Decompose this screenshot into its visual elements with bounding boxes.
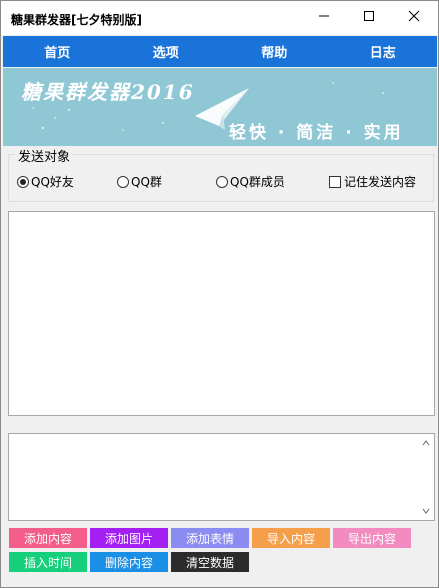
checkbox-label: 记住发送内容 bbox=[344, 175, 417, 189]
delete-content-button[interactable]: 删除内容 bbox=[90, 552, 168, 572]
checkbox-box bbox=[329, 175, 341, 188]
remember-content-checkbox[interactable]: 记住发送内容 bbox=[329, 173, 416, 190]
insert-time-button[interactable]: 插入时间 bbox=[9, 552, 87, 572]
content-list-area[interactable] bbox=[8, 211, 435, 416]
menu-item-log[interactable]: 日志 bbox=[329, 36, 438, 67]
radio-label: QQ群 bbox=[131, 175, 162, 189]
export-content-button[interactable]: 导出内容 bbox=[333, 528, 411, 548]
chevron-up-icon bbox=[422, 440, 430, 446]
chevron-down-icon bbox=[422, 508, 430, 514]
menu-item-home[interactable]: 首页 bbox=[3, 36, 112, 67]
add-image-button[interactable]: 添加图片 bbox=[90, 528, 168, 548]
title-bar[interactable]: 糖果群发器[七夕特别版] bbox=[1, 1, 438, 35]
radio-circle bbox=[117, 175, 129, 188]
main-window: 糖果群发器[七夕特别版] 首页 选项 帮助 日志 糖果群发器2016 轻快 · … bbox=[0, 0, 439, 588]
radio-circle bbox=[216, 175, 228, 188]
scroll-up-button[interactable] bbox=[421, 438, 431, 448]
menu-item-options[interactable]: 选项 bbox=[112, 36, 221, 67]
add-emoji-button[interactable]: 添加表情 bbox=[171, 528, 249, 548]
menu-item-help[interactable]: 帮助 bbox=[220, 36, 329, 67]
banner-title: 糖果群发器2016 bbox=[21, 80, 195, 104]
maximize-button[interactable] bbox=[346, 1, 392, 31]
radio-label: QQ好友 bbox=[31, 175, 74, 189]
send-target-legend: 发送对象 bbox=[15, 146, 74, 165]
import-content-button[interactable]: 导入内容 bbox=[252, 528, 330, 548]
banner: 糖果群发器2016 轻快 · 简洁 · 实用 bbox=[3, 68, 437, 146]
scroll-down-button[interactable] bbox=[421, 506, 431, 516]
minimize-icon bbox=[319, 15, 329, 17]
radio-qq-group-members[interactable]: QQ群成员 bbox=[216, 173, 285, 190]
radio-qq-friends[interactable]: QQ好友 bbox=[17, 173, 74, 190]
banner-slogan: 轻快 · 简洁 · 实用 bbox=[229, 123, 404, 143]
radio-selected-dot bbox=[20, 178, 26, 185]
radio-qq-group[interactable]: QQ群 bbox=[117, 173, 162, 190]
message-input-area[interactable] bbox=[8, 433, 435, 521]
close-button[interactable] bbox=[391, 1, 437, 31]
radio-label: QQ群成员 bbox=[230, 175, 285, 189]
minimize-button[interactable] bbox=[301, 1, 347, 31]
send-target-group: 发送对象 QQ好友 QQ群 QQ群成员 记住发送内容 bbox=[8, 146, 434, 202]
clear-data-button[interactable]: 清空数据 bbox=[171, 552, 249, 572]
menu-bar: 首页 选项 帮助 日志 bbox=[3, 36, 437, 67]
radio-circle bbox=[17, 175, 29, 188]
maximize-icon bbox=[364, 11, 374, 21]
window-title: 糖果群发器[七夕特别版] bbox=[11, 13, 142, 27]
close-icon bbox=[408, 10, 420, 22]
add-content-button[interactable]: 添加内容 bbox=[9, 528, 87, 548]
